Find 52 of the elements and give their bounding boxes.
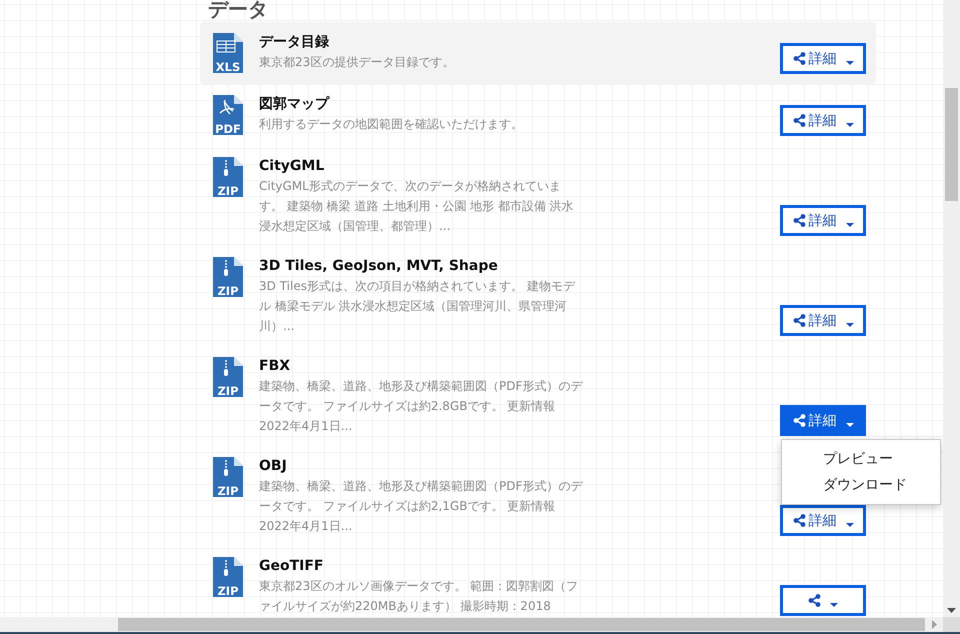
pdf-file-icon: PDF	[212, 94, 244, 136]
details-button[interactable]: 詳細	[780, 205, 866, 236]
archive-file-icon: ZIP	[212, 556, 244, 598]
share-icon	[792, 214, 806, 227]
details-button[interactable]: 詳細	[780, 305, 866, 336]
caret-icon	[846, 60, 854, 64]
caret-icon	[846, 422, 854, 426]
caret-icon	[846, 522, 854, 526]
share-icon	[792, 414, 806, 427]
details-button[interactable]: 詳細	[780, 43, 866, 74]
item-description: 東京都23区の提供データ目録です。	[259, 54, 456, 71]
archive-file-icon: ZIP	[212, 256, 244, 298]
item-description: 建築物、橋梁、道路、地形及び構築範囲図（PDF形式）のデータです。 ファイルサイズは約2,1GBです。 更新情報 2022年4月1日...	[259, 478, 583, 535]
item-title: CityGML	[259, 157, 326, 176]
archive-file-icon: ZIP	[212, 356, 244, 398]
archive-file-icon: ZIP	[212, 456, 244, 498]
item-description: CityGML形式のデータで、次のデータが格納されています。 建築物 橋梁 道路 土地利用・公園 地形 都市設備 洪水浸水想定区域（国管理、都管理）...	[259, 178, 575, 235]
caret-icon	[846, 322, 854, 326]
item-description: 建築物、橋梁、道路、地形及び構築範囲図（PDF形式）のデータです。 ファイルサイズは約2.8GBです。 更新情報 2022年4月1日...	[259, 378, 583, 435]
scrollbar-corner	[943, 617, 960, 632]
caret-icon	[830, 602, 838, 606]
section-heading: データ	[208, 0, 269, 18]
archive-file-icon: ZIP	[212, 156, 244, 198]
item-description: 東京都23区のオルソ画像データです。 範囲：図郭割図（ファイルサイズが約220MBあります） 撮影時期：2018	[259, 578, 580, 615]
item-title: 3D Tiles, GeoJson, MVT, Shape	[259, 257, 499, 276]
details-button[interactable]: 詳細	[780, 405, 866, 436]
menu-item[interactable]: プレビュー	[782, 446, 940, 472]
details-button[interactable]: 詳細	[780, 105, 866, 136]
share-icon	[792, 514, 806, 527]
caret-icon	[846, 222, 854, 226]
item-title: 図郭マップ	[259, 94, 331, 114]
scroll-right-icon[interactable]	[932, 620, 937, 629]
scroll-down-icon[interactable]	[947, 608, 956, 613]
menu-item[interactable]: ダウンロード	[782, 472, 940, 498]
item-title: GeoTIFF	[259, 557, 324, 576]
caret-icon	[846, 122, 854, 126]
item-title: FBX	[259, 357, 292, 376]
spreadsheet-file-icon: XLS	[212, 32, 244, 74]
share-icon	[792, 314, 806, 327]
details-button[interactable]	[780, 585, 866, 616]
share-icon	[792, 114, 806, 127]
item-description: 3D Tiles形式は、次の項目が格納されています。 建物モデル 橋梁モデル 洪水浸水想定区域（国管理河川、県管理河川）...	[259, 278, 576, 335]
share-icon	[792, 52, 806, 65]
share-icon	[808, 594, 821, 607]
vertical-scrollbar[interactable]	[943, 0, 960, 617]
details-button[interactable]: 詳細	[780, 505, 866, 536]
scrollbar-thumb[interactable]	[945, 88, 958, 201]
horizontal-scrollbar[interactable]	[0, 617, 943, 632]
item-description: 利用するデータの地図範囲を確認いただけます。	[259, 116, 524, 133]
item-title: データ目録	[259, 33, 330, 52]
scrollbar-thumb[interactable]	[118, 618, 925, 631]
item-title: OBJ	[259, 457, 288, 476]
